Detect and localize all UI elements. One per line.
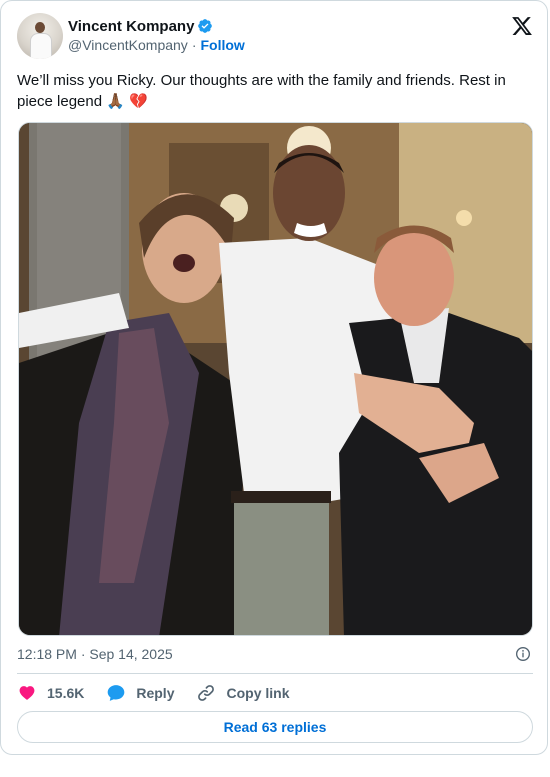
read-replies-button[interactable]: Read 63 replies: [17, 711, 533, 743]
action-bar: 15.6K Reply Copy link: [17, 681, 312, 705]
avatar-figure-head: [35, 22, 45, 33]
copy-link-label: Copy link: [226, 685, 290, 701]
timestamp-row: 12:18 PM · Sep 14, 2025: [17, 644, 533, 664]
tweet-photo[interactable]: [18, 122, 533, 636]
tweet-card: Vincent Kompany @VincentKompany · Follow…: [0, 0, 548, 755]
like-count: 15.6K: [47, 685, 85, 701]
reply-label: Reply: [136, 685, 175, 701]
follow-button[interactable]: Follow: [200, 37, 244, 53]
author-name-row[interactable]: Vincent Kompany: [68, 16, 213, 36]
author-name[interactable]: Vincent Kompany: [68, 18, 194, 35]
tweet-header: Vincent Kompany @VincentKompany · Follow: [17, 13, 533, 61]
copy-link-button[interactable]: Copy link: [196, 683, 290, 703]
avatar-figure-body: [30, 33, 52, 59]
info-icon[interactable]: [515, 646, 531, 662]
separator-dot: ·: [191, 37, 197, 53]
author-handle[interactable]: @VincentKompany: [68, 37, 188, 53]
broken-heart-emoji: 💔: [129, 92, 148, 110]
praying-hands-emoji: 🙏🏾: [106, 92, 125, 110]
photo-illustration: [19, 123, 532, 635]
heart-icon: [19, 686, 35, 700]
divider: [17, 673, 533, 674]
tweet-timestamp[interactable]: 12:18 PM · Sep 14, 2025: [17, 646, 173, 662]
x-logo-icon[interactable]: [511, 15, 533, 37]
tweet-text: We’ll miss you Ricky. Our thoughts are w…: [17, 71, 527, 112]
like-button[interactable]: 15.6K: [17, 683, 84, 703]
verified-badge-icon: [198, 19, 213, 33]
reply-button[interactable]: Reply: [106, 683, 174, 703]
reply-bubble-icon: [108, 685, 125, 701]
author-handle-row: @VincentKompany · Follow: [68, 37, 245, 53]
link-icon: [198, 685, 215, 701]
tweet-body: We’ll miss you Ricky. Our thoughts are w…: [17, 72, 506, 110]
avatar[interactable]: [17, 13, 63, 59]
